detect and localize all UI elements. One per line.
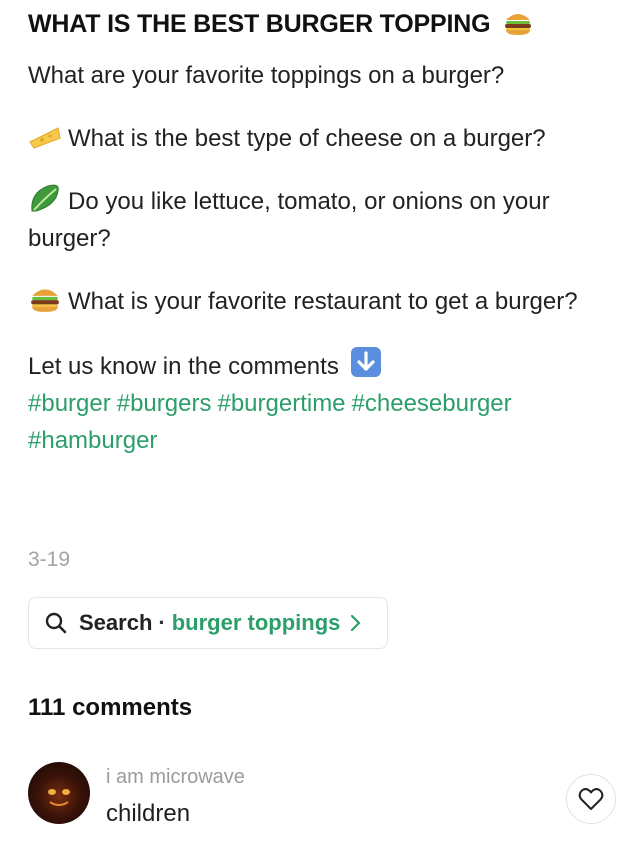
search-label: Search (79, 610, 153, 635)
hashtag-link[interactable]: #burgertime (217, 390, 345, 417)
hashtag-list: #burger #burgers #burgertime #cheeseburger #… (28, 385, 618, 459)
question-cheese-text: What is the best type of cheese on a bur… (68, 125, 546, 152)
hashtag-link[interactable]: #cheeseburger (352, 390, 512, 417)
post-body: What are your favorite toppings on a bur… (28, 57, 618, 459)
question-lettuce: Do you like lettuce, tomato, or onions o… (28, 183, 618, 257)
question-restaurant-text: What is your favorite restaurant to get … (68, 288, 578, 315)
avatar-image (48, 789, 70, 806)
post-cta: Let us know in the comments (28, 346, 618, 385)
search-separator: · (158, 610, 166, 635)
burger-icon (505, 14, 532, 35)
question-cheese: What is the best type of cheese on a bur… (28, 120, 618, 157)
post-cta-text: Let us know in the comments (28, 353, 339, 380)
burger-icon (31, 289, 59, 312)
avatar[interactable] (28, 762, 90, 824)
lettuce-icon (31, 184, 59, 212)
related-search-button[interactable]: Search · burger toppings (28, 597, 388, 649)
heart-icon (578, 788, 604, 810)
post-date: 3-19 (28, 548, 71, 571)
comment-text: children (106, 800, 191, 827)
comment-author[interactable]: i am microwave (106, 766, 245, 789)
comments-count: 111 comments (28, 694, 193, 721)
post-title-text: WHAT IS THE BEST BURGER TOPPING (28, 10, 491, 38)
down-arrow-icon (350, 347, 381, 377)
hashtag-link[interactable]: #burgers (117, 390, 212, 417)
post-title: WHAT IS THE BEST BURGER TOPPING (28, 8, 539, 39)
hashtag-link[interactable]: #hamburger (28, 427, 157, 454)
question-lettuce-text: Do you like lettuce, tomato, or onions o… (28, 188, 550, 252)
hashtag-link[interactable]: #burger (28, 390, 111, 417)
search-icon (45, 612, 67, 634)
question-restaurant: What is your favorite restaurant to get … (28, 283, 618, 320)
comment-item: i am microwave children (28, 762, 628, 853)
cheese-icon (29, 127, 61, 149)
like-button[interactable] (566, 774, 616, 824)
search-query: burger toppings (171, 610, 341, 635)
post-intro: What are your favorite toppings on a bur… (28, 62, 505, 89)
chevron-right-icon (351, 614, 361, 632)
